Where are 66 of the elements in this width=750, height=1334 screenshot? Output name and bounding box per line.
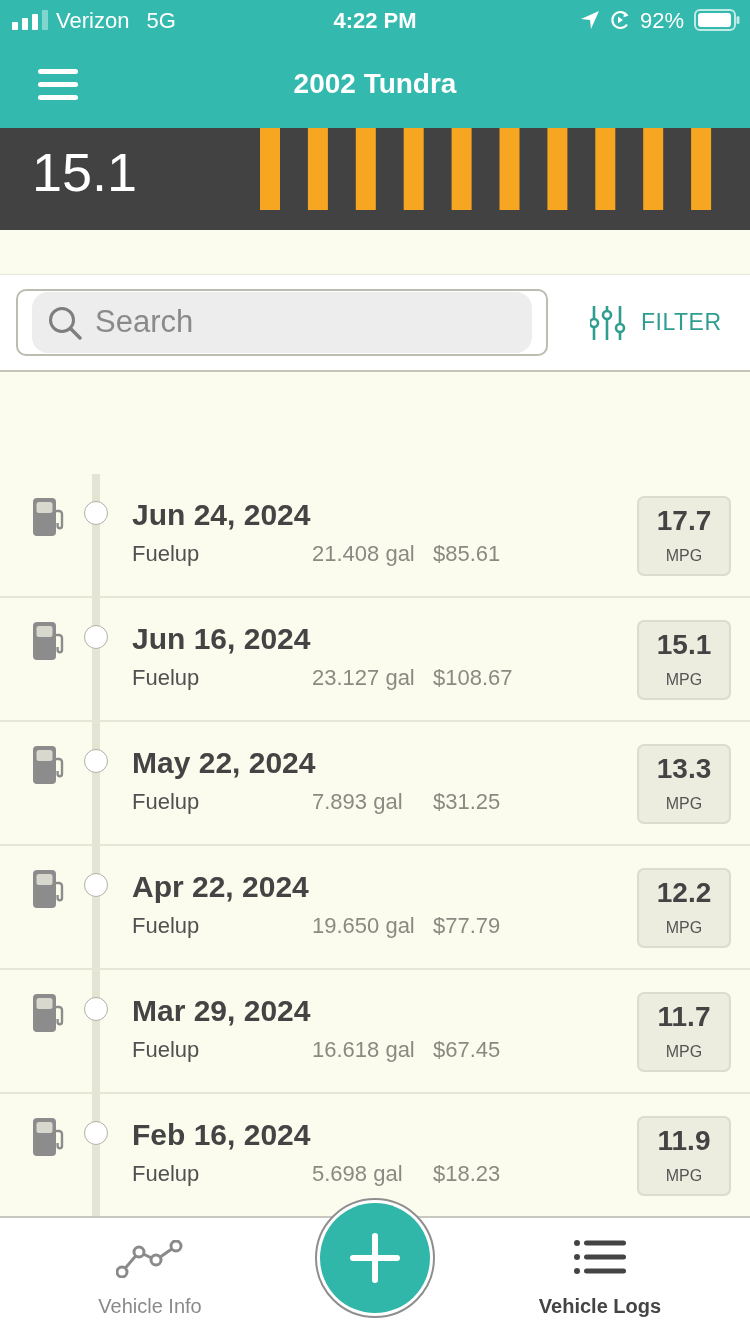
network-type: 5G — [146, 6, 176, 35]
log-date: Jun 16, 2024 — [132, 621, 312, 657]
carrier-name: Verizon — [56, 6, 130, 35]
fuel-amount: 23.127 gal — [312, 664, 416, 692]
log-type: Fuelup — [132, 1160, 201, 1188]
fuel-pump-icon — [33, 622, 65, 660]
log-date: Feb 16, 2024 — [132, 1117, 312, 1153]
search-icon — [48, 305, 82, 340]
mpg-value: 15.1 — [656, 630, 712, 660]
fuel-cost: $85.61 — [433, 540, 501, 568]
log-type: Fuelup — [132, 1036, 201, 1064]
fuel-cost: $108.67 — [433, 664, 513, 692]
status-time: 4:22 PM — [333, 6, 417, 35]
fuel-amount: 16.618 gal — [312, 1036, 416, 1064]
log-entry[interactable]: Apr 22, 2024 Fuelup 19.650 gal $77.79 12.2 MPG — [0, 846, 750, 970]
battery-percent: 92% — [639, 6, 684, 35]
log-date: May 22, 2024 — [132, 745, 317, 781]
fuel-cost: $18.23 — [433, 1160, 501, 1188]
fuel-amount: 21.408 gal — [312, 540, 416, 568]
log-entry[interactable]: May 22, 2024 Fuelup 7.893 gal $31.25 13.3 MPG — [0, 722, 750, 846]
line-chart-icon — [116, 1240, 184, 1278]
search-input[interactable]: Search — [95, 300, 532, 345]
log-date: Jun 24, 2024 — [132, 497, 312, 533]
tab[interactable]: Vehicle Info — [0, 1218, 300, 1334]
log-type: Fuelup — [132, 540, 201, 568]
log-type: Fuelup — [132, 664, 201, 692]
fuel-amount: 19.650 gal — [312, 912, 416, 940]
fuel-amount: 7.893 gal — [312, 788, 404, 816]
mpg-value: 12.2 — [656, 878, 712, 908]
search-field[interactable]: Search — [32, 292, 532, 353]
summary-value: 15.1 — [32, 142, 138, 202]
mpg-unit: MPG — [665, 918, 703, 938]
list-icon — [574, 1240, 626, 1274]
fuel-pump-icon — [33, 870, 65, 908]
location-arrow-icon — [580, 11, 599, 29]
circular-arrow-icon — [609, 10, 630, 30]
log-date: Mar 29, 2024 — [132, 993, 312, 1029]
mpg-value: 17.7 — [656, 506, 712, 536]
mpg-unit: MPG — [665, 794, 703, 814]
mpg-unit: MPG — [665, 1042, 703, 1062]
mpg-unit: MPG — [665, 1166, 703, 1186]
battery-icon — [694, 9, 740, 31]
vehicle-title: 2002 Tundra — [293, 67, 457, 101]
fuel-amount: 5.698 gal — [312, 1160, 404, 1188]
mpg-value: 11.9 — [657, 1126, 711, 1156]
fuel-cost: $77.79 — [433, 912, 501, 940]
fuel-cost: $31.25 — [433, 788, 501, 816]
tab[interactable]: Vehicle Logs — [450, 1218, 750, 1334]
log-type: Fuelup — [132, 912, 201, 940]
mpg-unit: MPG — [665, 546, 703, 566]
sliders-icon — [590, 305, 626, 340]
fuel-pump-icon — [33, 498, 65, 536]
log-type: Fuelup — [132, 788, 201, 816]
log-entry[interactable]: Mar 29, 2024 Fuelup 16.618 gal $67.45 11.7 MPG — [0, 970, 750, 1094]
log-date: Apr 22, 2024 — [132, 869, 310, 905]
mpg-unit: MPG — [665, 670, 703, 690]
log-entry[interactable]: Jun 24, 2024 Fuelup 21.408 gal $85.61 17.7 MPG — [0, 474, 750, 598]
fuel-pump-icon — [33, 994, 65, 1032]
mpg-value: 11.7 — [657, 1002, 711, 1032]
log-entry[interactable]: Jun 16, 2024 Fuelup 23.127 gal $108.67 15.1 MPG — [0, 598, 750, 722]
fuel-cost: $67.45 — [433, 1036, 501, 1064]
signal-icon — [12, 10, 48, 30]
mpg-value: 13.3 — [656, 754, 712, 784]
plus-icon — [350, 1233, 400, 1283]
fuel-pump-icon — [33, 1118, 65, 1156]
fuel-pump-icon — [33, 746, 65, 784]
